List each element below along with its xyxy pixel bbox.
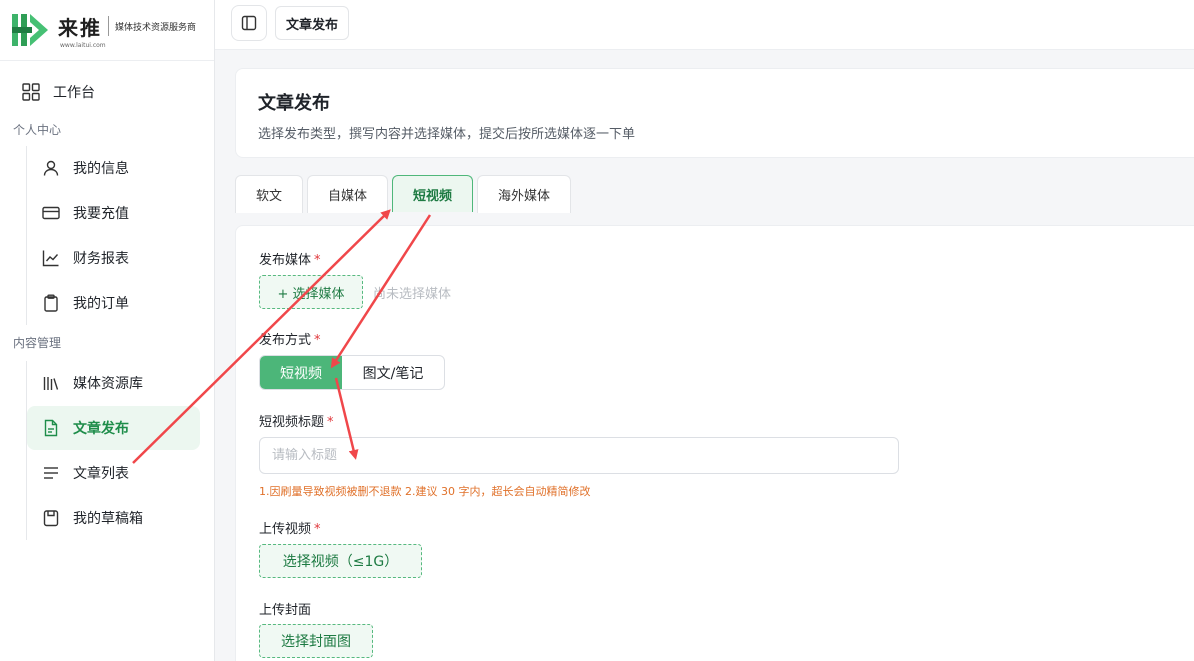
clipboard-icon xyxy=(42,294,60,312)
brand-logo[interactable]: 来推 媒体技术资源服务商 www.laitui.com xyxy=(0,0,214,61)
page-header-card: 文章发布 选择发布类型，撰写内容并选择媒体，提交后按所选媒体逐一下单 xyxy=(235,68,1194,158)
draft-icon xyxy=(42,509,60,527)
personal-group: 我的信息 我要充值 财务报表 我的订单 xyxy=(26,146,214,325)
brand-mark-icon xyxy=(10,10,52,50)
user-icon xyxy=(42,159,60,177)
cover-field-label: 上传封面 xyxy=(259,603,312,618)
media-empty-hint: 尚未选择媒体 xyxy=(373,287,452,302)
sidebar-item-article-list[interactable]: 文章列表 xyxy=(27,451,200,495)
sidebar-item-article-publish[interactable]: 文章发布 xyxy=(27,406,200,450)
credit-card-icon xyxy=(42,204,60,222)
video-title-input[interactable] xyxy=(259,437,899,474)
select-media-button[interactable]: + 选择媒体 xyxy=(259,275,363,309)
sidebar-item-label: 文章发布 xyxy=(73,421,129,437)
breadcrumb[interactable]: 文章发布 xyxy=(275,6,350,40)
title-warning-text: 1.因刷量导致视频被删不退款 2.建议 30 字内，超长会自动精简修改 xyxy=(259,485,591,498)
sidebar-item-my-orders[interactable]: 我的订单 xyxy=(27,281,200,325)
publish-type-tabs: 软文 自媒体 短视频 海外媒体 xyxy=(235,175,575,213)
tab-short-video[interactable]: 短视频 xyxy=(392,175,474,212)
sidebar-item-label: 工作台 xyxy=(53,85,95,101)
title-field-label: 短视频标题 * xyxy=(259,415,334,430)
publish-form: 发布媒体 * + 选择媒体 尚未选择媒体 发布方式 * 短视频 图文/笔记 短视频标… xyxy=(235,225,1194,661)
sidebar-item-workbench[interactable]: 工作台 xyxy=(0,72,214,112)
required-mark: * xyxy=(327,415,334,430)
sidebar-item-drafts[interactable]: 我的草稿箱 xyxy=(27,496,200,540)
method-field-label: 发布方式 * xyxy=(259,333,321,348)
sidebar-item-finance-report[interactable]: 财务报表 xyxy=(27,236,200,280)
tab-soft-article[interactable]: 软文 xyxy=(235,175,304,213)
required-mark: * xyxy=(314,333,321,348)
sidebar-item-label: 媒体资源库 xyxy=(73,376,143,392)
library-icon xyxy=(42,374,60,392)
brand-slogan: 媒体技术资源服务商 xyxy=(115,22,197,33)
media-field-label: 发布媒体 * xyxy=(259,253,321,268)
sidebar: 来推 媒体技术资源服务商 www.laitui.com 工作台 个人中心 我的信… xyxy=(0,0,215,661)
page-title: 文章发布 xyxy=(258,93,330,114)
section-label-personal: 个人中心 xyxy=(13,123,62,137)
brand-name: 来推 xyxy=(58,15,102,40)
video-field-label: 上传视频 * xyxy=(259,522,321,537)
tab-self-media[interactable]: 自媒体 xyxy=(307,175,389,213)
section-label-content: 内容管理 xyxy=(13,336,62,350)
sidebar-item-label: 我的信息 xyxy=(73,161,129,177)
page-subtitle: 选择发布类型，撰写内容并选择媒体，提交后按所选媒体逐一下单 xyxy=(258,127,636,142)
panel-left-icon xyxy=(240,14,258,32)
sidebar-toggle-button[interactable] xyxy=(231,5,267,41)
sidebar-item-label: 我的订单 xyxy=(73,296,129,312)
required-mark: * xyxy=(314,253,321,268)
sidebar-item-label: 我的草稿箱 xyxy=(73,511,143,527)
list-icon xyxy=(42,464,60,482)
tab-overseas-media[interactable]: 海外媒体 xyxy=(477,175,572,213)
method-option-image-note[interactable]: 图文/笔记 xyxy=(342,356,444,389)
sidebar-item-label: 财务报表 xyxy=(73,251,129,267)
grid-icon xyxy=(22,83,40,101)
sidebar-item-label: 我要充值 xyxy=(73,206,129,222)
top-bar: 文章发布 xyxy=(215,0,1194,50)
file-text-icon xyxy=(42,419,60,437)
method-option-short-video[interactable]: 短视频 xyxy=(260,356,342,389)
sidebar-item-label: 文章列表 xyxy=(73,466,129,482)
sidebar-item-media-library[interactable]: 媒体资源库 xyxy=(27,361,200,405)
publish-method-segmented: 短视频 图文/笔记 xyxy=(259,355,445,390)
line-chart-icon xyxy=(42,249,60,267)
sidebar-item-recharge[interactable]: 我要充值 xyxy=(27,191,200,235)
select-cover-button[interactable]: 选择封面图 xyxy=(259,624,373,658)
required-mark: * xyxy=(314,522,321,537)
sidebar-item-my-info[interactable]: 我的信息 xyxy=(27,146,200,190)
brand-url: www.laitui.com xyxy=(60,41,106,49)
select-video-button[interactable]: 选择视频（≤1G） xyxy=(259,544,422,578)
content-group: 媒体资源库 文章发布 文章列表 我的草稿箱 xyxy=(26,361,214,540)
